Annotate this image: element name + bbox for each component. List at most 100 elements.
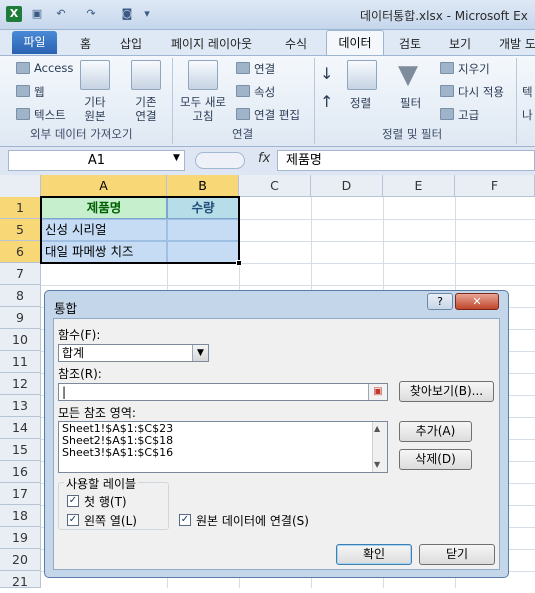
function-select[interactable]: 합계 (58, 344, 209, 362)
row-header-6[interactable]: 6 (0, 241, 41, 263)
tab-review[interactable]: 검토 (399, 35, 421, 52)
row-header-11[interactable]: 11 (0, 351, 41, 373)
collapse-dialog-icon[interactable]: ▣ (368, 384, 387, 400)
close-button[interactable]: ✕ (455, 293, 499, 310)
filter-button[interactable]: 필터 (400, 95, 421, 111)
edit-links-icon (236, 108, 250, 120)
sort-icon (347, 60, 377, 90)
existing-connections-label-2[interactable]: 연결 (124, 108, 168, 124)
grid-line (239, 263, 535, 264)
clear-filter-icon (440, 62, 454, 74)
text-button[interactable]: 텍스트 (34, 107, 66, 123)
name-box-dropdown-icon[interactable]: ▼ (173, 153, 180, 163)
tab-file[interactable]: 파일 (12, 31, 57, 54)
row-header-13[interactable]: 13 (0, 395, 41, 417)
link-source-checkbox[interactable]: ✓ (179, 514, 191, 526)
close-dialog-button[interactable]: 닫기 (419, 544, 495, 565)
undo-icon[interactable]: ↶ (54, 7, 68, 21)
left-column-checkbox[interactable]: ✓ (67, 514, 79, 526)
formula-input[interactable]: 제품명 (277, 150, 535, 171)
ok-button[interactable]: 확인 (336, 544, 412, 565)
other-sources-icon (80, 60, 110, 90)
row-header-21[interactable]: 21 (0, 571, 41, 589)
insert-function-icon[interactable]: fx (258, 151, 270, 166)
add-button[interactable]: 추가(A) (399, 421, 472, 442)
row-header-16[interactable]: 16 (0, 461, 41, 483)
sort-descending-icon[interactable]: ↑ (320, 92, 333, 111)
redo-icon[interactable]: ↷ (84, 7, 98, 21)
formula-bar-resize-handle[interactable] (195, 152, 245, 169)
edit-links-button[interactable]: 연결 편집 (254, 107, 300, 123)
column-header-d[interactable]: D (311, 175, 383, 197)
access-icon (16, 62, 30, 74)
row-header-17[interactable]: 17 (0, 483, 41, 505)
reapply-button[interactable]: 다시 적용 (458, 84, 504, 100)
function-dropdown-icon[interactable]: ▼ (192, 345, 208, 361)
scroll-up-icon[interactable]: ▲ (374, 424, 380, 433)
text-to-columns-label-2[interactable]: 나 (522, 107, 533, 123)
customize-toolbar-icon[interactable]: ▾ (140, 7, 154, 21)
name-box[interactable]: A1 (8, 150, 185, 171)
grid-line (239, 219, 535, 220)
tab-formulas[interactable]: 수식 (285, 35, 307, 52)
column-header-b[interactable]: B (167, 175, 239, 197)
scroll-down-icon[interactable]: ▼ (374, 460, 380, 469)
external-data-group-label: 외부 데이터 가져오기 (30, 127, 133, 141)
select-all-corner[interactable] (0, 175, 41, 197)
ribbon-separator (516, 58, 517, 144)
window-title: 데이터통합.xlsx - Microsoft Ex (360, 9, 528, 23)
other-sources-label-2[interactable]: 원본 (72, 108, 118, 124)
left-column-label: 왼쪽 열(L) (84, 514, 137, 528)
web-button[interactable]: 웹 (34, 84, 45, 100)
ribbon-separator (314, 58, 315, 144)
text-to-columns-label[interactable]: 텍 (522, 84, 533, 100)
advanced-filter-icon (440, 108, 454, 120)
row-header-1[interactable]: 1 (0, 197, 41, 219)
row-header-20[interactable]: 20 (0, 549, 41, 571)
row-header-18[interactable]: 18 (0, 505, 41, 527)
row-header-8[interactable]: 8 (0, 285, 41, 307)
existing-connections-icon (131, 60, 161, 90)
refresh-all-label-2[interactable]: 고침 (174, 108, 232, 124)
row-header-9[interactable]: 9 (0, 307, 41, 329)
tab-page-layout[interactable]: 페이지 레이아웃 (171, 35, 252, 52)
reference-item[interactable]: Sheet3!$A$1:$C$16 (62, 447, 173, 459)
browse-button[interactable]: 찾아보기(B)... (399, 381, 494, 402)
reference-input[interactable]: | (58, 383, 388, 401)
row-header-15[interactable]: 15 (0, 439, 41, 461)
save-icon[interactable]: ▣ (30, 7, 44, 21)
column-header-c[interactable]: C (239, 175, 311, 197)
row-header-10[interactable]: 10 (0, 329, 41, 351)
properties-button[interactable]: 속성 (254, 84, 275, 100)
excel-app-icon[interactable]: X (6, 6, 22, 22)
help-button[interactable]: ? (427, 293, 453, 310)
fill-handle[interactable] (236, 260, 242, 266)
tab-developer[interactable]: 개발 도 (499, 35, 535, 52)
tab-home[interactable]: 홈 (80, 35, 91, 52)
clear-filter-button[interactable]: 지우기 (458, 61, 490, 77)
tab-insert[interactable]: 삽입 (120, 35, 142, 52)
camera-icon[interactable]: ◙ (120, 7, 134, 21)
row-header-5[interactable]: 5 (0, 219, 41, 241)
sort-ascending-icon[interactable]: ↓ (320, 64, 333, 83)
link-source-label: 원본 데이터에 연결(S) (196, 514, 309, 528)
row-header-12[interactable]: 12 (0, 373, 41, 395)
delete-button[interactable]: 삭제(D) (399, 449, 472, 470)
refresh-all-icon (188, 60, 218, 90)
column-header-f[interactable]: F (455, 175, 535, 197)
reapply-icon (440, 85, 454, 97)
row-header-19[interactable]: 19 (0, 527, 41, 549)
row-header-7[interactable]: 7 (0, 263, 41, 285)
top-row-checkbox[interactable]: ✓ (67, 495, 79, 507)
row-header-14[interactable]: 14 (0, 417, 41, 439)
access-button[interactable]: Access (34, 61, 73, 75)
column-header-e[interactable]: E (383, 175, 455, 197)
filter-icon: ▼ (398, 60, 418, 90)
connections-button[interactable]: 연결 (254, 61, 275, 77)
reference-label: 참조(R): (58, 367, 102, 381)
tab-data[interactable]: 데이터 (326, 30, 384, 56)
column-header-a[interactable]: A (41, 175, 167, 197)
tab-view[interactable]: 보기 (449, 35, 471, 52)
sort-button[interactable]: 정렬 (350, 95, 371, 111)
advanced-filter-button[interactable]: 고급 (458, 107, 479, 123)
